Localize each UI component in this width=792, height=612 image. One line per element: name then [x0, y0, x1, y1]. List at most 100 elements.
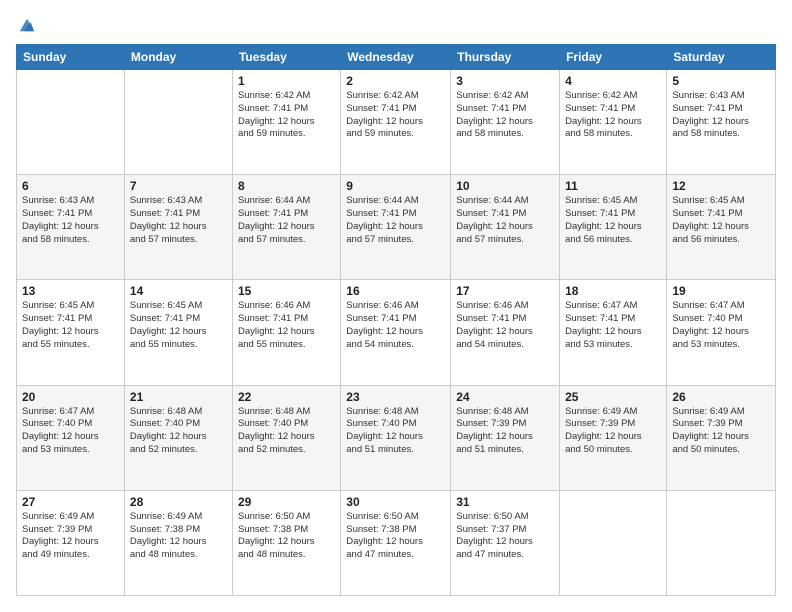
- day-info: Sunrise: 6:48 AM Sunset: 7:40 PM Dayligh…: [130, 406, 227, 457]
- weekday-header-tuesday: Tuesday: [232, 45, 340, 70]
- day-number: 20: [22, 390, 119, 404]
- day-number: 1: [238, 74, 335, 88]
- day-number: 15: [238, 284, 335, 298]
- weekday-header-saturday: Saturday: [667, 45, 776, 70]
- calendar-cell: 22 Sunrise: 6:48 AM Sunset: 7:40 PM Dayli…: [232, 385, 340, 490]
- day-info: Sunrise: 6:42 AM Sunset: 7:41 PM Dayligh…: [238, 90, 335, 141]
- weekday-header-sunday: Sunday: [17, 45, 125, 70]
- day-number: 8: [238, 179, 335, 193]
- day-info: Sunrise: 6:49 AM Sunset: 7:39 PM Dayligh…: [22, 511, 119, 562]
- calendar-cell: 2 Sunrise: 6:42 AM Sunset: 7:41 PM Daylig…: [341, 70, 451, 175]
- day-info: Sunrise: 6:47 AM Sunset: 7:40 PM Dayligh…: [672, 300, 770, 351]
- day-number: 9: [346, 179, 445, 193]
- day-info: Sunrise: 6:45 AM Sunset: 7:41 PM Dayligh…: [22, 300, 119, 351]
- calendar-cell: 3Sunrise: 6:42 AM Sunset: 7:41 PM Daylig…: [451, 70, 560, 175]
- day-number: 23: [346, 390, 445, 404]
- day-info: Sunrise: 6:49 AM Sunset: 7:39 PM Dayligh…: [565, 406, 661, 457]
- day-number: 7: [130, 179, 227, 193]
- calendar-cell: 12 Sunrise: 6:45 AM Sunset: 7:41 PM Dayli…: [667, 175, 776, 280]
- calendar-cell: 19 Sunrise: 6:47 AM Sunset: 7:40 PM Dayli…: [667, 280, 776, 385]
- calendar-cell: 21 Sunrise: 6:48 AM Sunset: 7:40 PM Dayli…: [124, 385, 232, 490]
- day-info: Sunrise: 6:46 AM Sunset: 7:41 PM Dayligh…: [456, 300, 554, 351]
- day-number: 2: [346, 74, 445, 88]
- day-info: Sunrise: 6:49 AM Sunset: 7:39 PM Dayligh…: [672, 406, 770, 457]
- week-row-5: 27 Sunrise: 6:49 AM Sunset: 7:39 PM Dayli…: [17, 490, 776, 595]
- day-info: Sunrise: 6:45 AM Sunset: 7:41 PM Dayligh…: [565, 195, 661, 246]
- calendar-cell: 10 Sunrise: 6:44 AM Sunset: 7:41 PM Dayli…: [451, 175, 560, 280]
- day-number: 21: [130, 390, 227, 404]
- day-info: Sunrise: 6:42 AM Sunset: 7:41 PM Dayligh…: [456, 90, 554, 141]
- day-number: 31: [456, 495, 554, 509]
- calendar-cell: 27 Sunrise: 6:49 AM Sunset: 7:39 PM Dayli…: [17, 490, 125, 595]
- calendar-cell: 29 Sunrise: 6:50 AM Sunset: 7:38 PM Dayli…: [232, 490, 340, 595]
- calendar-cell: 23 Sunrise: 6:48 AM Sunset: 7:40 PM Dayli…: [341, 385, 451, 490]
- weekday-header-wednesday: Wednesday: [341, 45, 451, 70]
- day-number: 10: [456, 179, 554, 193]
- weekday-header-friday: Friday: [560, 45, 667, 70]
- day-number: 28: [130, 495, 227, 509]
- day-info: Sunrise: 6:45 AM Sunset: 7:41 PM Dayligh…: [130, 300, 227, 351]
- day-info: Sunrise: 6:42 AM Sunset: 7:41 PM Dayligh…: [346, 90, 445, 141]
- page: SundayMondayTuesdayWednesdayThursdayFrid…: [0, 0, 792, 612]
- day-number: 17: [456, 284, 554, 298]
- calendar-cell: 7 Sunrise: 6:43 AM Sunset: 7:41 PM Daylig…: [124, 175, 232, 280]
- calendar-table: SundayMondayTuesdayWednesdayThursdayFrid…: [16, 44, 776, 596]
- day-info: Sunrise: 6:45 AM Sunset: 7:41 PM Dayligh…: [672, 195, 770, 246]
- day-number: 19: [672, 284, 770, 298]
- calendar-cell: 24 Sunrise: 6:48 AM Sunset: 7:39 PM Dayli…: [451, 385, 560, 490]
- day-info: Sunrise: 6:48 AM Sunset: 7:40 PM Dayligh…: [346, 406, 445, 457]
- day-info: Sunrise: 6:46 AM Sunset: 7:41 PM Dayligh…: [238, 300, 335, 351]
- day-info: Sunrise: 6:43 AM Sunset: 7:41 PM Dayligh…: [672, 90, 770, 141]
- calendar-cell: 5Sunrise: 6:43 AM Sunset: 7:41 PM Daylig…: [667, 70, 776, 175]
- calendar-cell: 14 Sunrise: 6:45 AM Sunset: 7:41 PM Dayli…: [124, 280, 232, 385]
- logo-icon: [18, 16, 36, 34]
- calendar-cell: 28 Sunrise: 6:49 AM Sunset: 7:38 PM Dayli…: [124, 490, 232, 595]
- day-number: 11: [565, 179, 661, 193]
- day-info: Sunrise: 6:47 AM Sunset: 7:41 PM Dayligh…: [565, 300, 661, 351]
- day-number: 14: [130, 284, 227, 298]
- week-row-1: 1 Sunrise: 6:42 AM Sunset: 7:41 PM Daylig…: [17, 70, 776, 175]
- calendar-cell: 17 Sunrise: 6:46 AM Sunset: 7:41 PM Dayli…: [451, 280, 560, 385]
- day-number: 18: [565, 284, 661, 298]
- day-info: Sunrise: 6:46 AM Sunset: 7:41 PM Dayligh…: [346, 300, 445, 351]
- calendar-cell: 18 Sunrise: 6:47 AM Sunset: 7:41 PM Dayli…: [560, 280, 667, 385]
- day-number: 6: [22, 179, 119, 193]
- day-info: Sunrise: 6:50 AM Sunset: 7:37 PM Dayligh…: [456, 511, 554, 562]
- logo: [16, 16, 36, 34]
- day-info: Sunrise: 6:43 AM Sunset: 7:41 PM Dayligh…: [22, 195, 119, 246]
- day-number: 12: [672, 179, 770, 193]
- calendar-cell: 11 Sunrise: 6:45 AM Sunset: 7:41 PM Dayli…: [560, 175, 667, 280]
- calendar-cell: 9 Sunrise: 6:44 AM Sunset: 7:41 PM Daylig…: [341, 175, 451, 280]
- calendar-cell: 13 Sunrise: 6:45 AM Sunset: 7:41 PM Dayli…: [17, 280, 125, 385]
- calendar-cell: 15 Sunrise: 6:46 AM Sunset: 7:41 PM Dayli…: [232, 280, 340, 385]
- day-number: 30: [346, 495, 445, 509]
- day-number: 24: [456, 390, 554, 404]
- weekday-header-row: SundayMondayTuesdayWednesdayThursdayFrid…: [17, 45, 776, 70]
- calendar-cell: 1 Sunrise: 6:42 AM Sunset: 7:41 PM Daylig…: [232, 70, 340, 175]
- week-row-2: 6 Sunrise: 6:43 AM Sunset: 7:41 PM Daylig…: [17, 175, 776, 280]
- week-row-3: 13 Sunrise: 6:45 AM Sunset: 7:41 PM Dayli…: [17, 280, 776, 385]
- day-number: 29: [238, 495, 335, 509]
- calendar-cell: 4Sunrise: 6:42 AM Sunset: 7:41 PM Daylig…: [560, 70, 667, 175]
- day-info: Sunrise: 6:42 AM Sunset: 7:41 PM Dayligh…: [565, 90, 661, 141]
- day-number: 22: [238, 390, 335, 404]
- calendar-cell: [124, 70, 232, 175]
- day-info: Sunrise: 6:50 AM Sunset: 7:38 PM Dayligh…: [238, 511, 335, 562]
- calendar-cell: 25 Sunrise: 6:49 AM Sunset: 7:39 PM Dayli…: [560, 385, 667, 490]
- calendar-cell: 30 Sunrise: 6:50 AM Sunset: 7:38 PM Dayli…: [341, 490, 451, 595]
- calendar-cell: [560, 490, 667, 595]
- day-info: Sunrise: 6:50 AM Sunset: 7:38 PM Dayligh…: [346, 511, 445, 562]
- day-info: Sunrise: 6:48 AM Sunset: 7:40 PM Dayligh…: [238, 406, 335, 457]
- day-info: Sunrise: 6:44 AM Sunset: 7:41 PM Dayligh…: [346, 195, 445, 246]
- day-number: 25: [565, 390, 661, 404]
- day-number: 13: [22, 284, 119, 298]
- day-info: Sunrise: 6:44 AM Sunset: 7:41 PM Dayligh…: [456, 195, 554, 246]
- calendar-cell: 31 Sunrise: 6:50 AM Sunset: 7:37 PM Dayli…: [451, 490, 560, 595]
- day-number: 27: [22, 495, 119, 509]
- day-number: 26: [672, 390, 770, 404]
- day-info: Sunrise: 6:49 AM Sunset: 7:38 PM Dayligh…: [130, 511, 227, 562]
- weekday-header-thursday: Thursday: [451, 45, 560, 70]
- day-info: Sunrise: 6:43 AM Sunset: 7:41 PM Dayligh…: [130, 195, 227, 246]
- day-info: Sunrise: 6:48 AM Sunset: 7:39 PM Dayligh…: [456, 406, 554, 457]
- calendar-cell: [667, 490, 776, 595]
